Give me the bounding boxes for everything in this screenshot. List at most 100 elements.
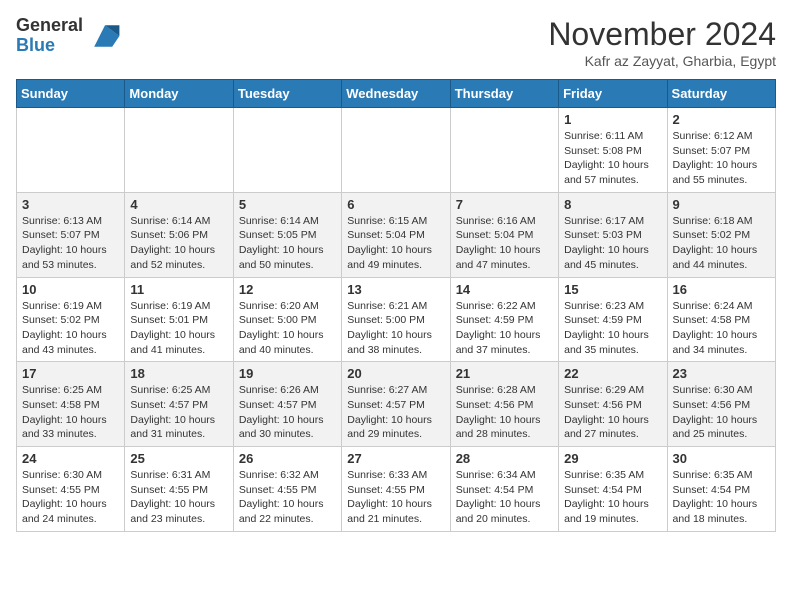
weekday-header: Friday xyxy=(559,80,667,108)
day-info: Sunrise: 6:35 AM Sunset: 4:54 PM Dayligh… xyxy=(673,468,770,527)
calendar-day: 23Sunrise: 6:30 AM Sunset: 4:56 PM Dayli… xyxy=(667,362,775,447)
day-info: Sunrise: 6:28 AM Sunset: 4:56 PM Dayligh… xyxy=(456,383,553,442)
day-number: 24 xyxy=(22,451,119,466)
calendar-day: 5 Sunrise: 6:14 AM Sunset: 5:05 PM Daylig… xyxy=(233,192,341,277)
weekday-header: Monday xyxy=(125,80,233,108)
day-info: Sunrise: 6:17 AM Sunset: 5:03 PM Dayligh… xyxy=(564,214,661,273)
calendar-day xyxy=(450,108,558,193)
weekday-header: Sunday xyxy=(17,80,125,108)
calendar-day: 11Sunrise: 6:19 AM Sunset: 5:01 PM Dayli… xyxy=(125,277,233,362)
calendar-day: 24 Sunrise: 6:30 AM Sunset: 4:55 PM Dayli… xyxy=(17,447,125,532)
day-info: Sunrise: 6:24 AM Sunset: 4:58 PM Dayligh… xyxy=(673,299,770,358)
day-number: 26 xyxy=(239,451,336,466)
calendar-week: 3 Sunrise: 6:13 AM Sunset: 5:07 PM Daylig… xyxy=(17,192,776,277)
day-info: Sunrise: 6:16 AM Sunset: 5:04 PM Dayligh… xyxy=(456,214,553,273)
day-number: 27 xyxy=(347,451,444,466)
calendar-day: 3 Sunrise: 6:13 AM Sunset: 5:07 PM Daylig… xyxy=(17,192,125,277)
day-info: Sunrise: 6:31 AM Sunset: 4:55 PM Dayligh… xyxy=(130,468,227,527)
title-area: November 2024 Kafr az Zayyat, Gharbia, E… xyxy=(548,16,776,69)
day-number: 3 xyxy=(22,197,119,212)
day-info: Sunrise: 6:19 AM Sunset: 5:02 PM Dayligh… xyxy=(22,299,119,358)
day-info: Sunrise: 6:14 AM Sunset: 5:06 PM Dayligh… xyxy=(130,214,227,273)
day-number: 19 xyxy=(239,366,336,381)
calendar-day: 25 Sunrise: 6:31 AM Sunset: 4:55 PM Dayli… xyxy=(125,447,233,532)
logo-blue: Blue xyxy=(16,36,83,56)
day-number: 4 xyxy=(130,197,227,212)
calendar-day: 15 Sunrise: 6:23 AM Sunset: 4:59 PM Dayli… xyxy=(559,277,667,362)
location: Kafr az Zayyat, Gharbia, Egypt xyxy=(548,53,776,69)
day-number: 22 xyxy=(564,366,661,381)
day-info: Sunrise: 6:13 AM Sunset: 5:07 PM Dayligh… xyxy=(22,214,119,273)
calendar-day: 20 Sunrise: 6:27 AM Sunset: 4:57 PM Dayli… xyxy=(342,362,450,447)
calendar-day: 13 Sunrise: 6:21 AM Sunset: 5:00 PM Dayli… xyxy=(342,277,450,362)
calendar-day: 7 Sunrise: 6:16 AM Sunset: 5:04 PM Daylig… xyxy=(450,192,558,277)
calendar-day: 1Sunrise: 6:11 AM Sunset: 5:08 PM Daylig… xyxy=(559,108,667,193)
day-info: Sunrise: 6:29 AM Sunset: 4:56 PM Dayligh… xyxy=(564,383,661,442)
day-info: Sunrise: 6:33 AM Sunset: 4:55 PM Dayligh… xyxy=(347,468,444,527)
calendar-day: 4 Sunrise: 6:14 AM Sunset: 5:06 PM Daylig… xyxy=(125,192,233,277)
day-info: Sunrise: 6:11 AM Sunset: 5:08 PM Dayligh… xyxy=(564,129,661,188)
day-number: 21 xyxy=(456,366,553,381)
day-number: 25 xyxy=(130,451,227,466)
calendar-day: 18 Sunrise: 6:25 AM Sunset: 4:57 PM Dayli… xyxy=(125,362,233,447)
calendar-day: 9 Sunrise: 6:18 AM Sunset: 5:02 PM Daylig… xyxy=(667,192,775,277)
calendar-day: 19Sunrise: 6:26 AM Sunset: 4:57 PM Dayli… xyxy=(233,362,341,447)
day-info: Sunrise: 6:35 AM Sunset: 4:54 PM Dayligh… xyxy=(564,468,661,527)
day-info: Sunrise: 6:30 AM Sunset: 4:55 PM Dayligh… xyxy=(22,468,119,527)
calendar-day: 22 Sunrise: 6:29 AM Sunset: 4:56 PM Dayli… xyxy=(559,362,667,447)
day-number: 28 xyxy=(456,451,553,466)
calendar-day: 12Sunrise: 6:20 AM Sunset: 5:00 PM Dayli… xyxy=(233,277,341,362)
calendar-day xyxy=(233,108,341,193)
day-number: 7 xyxy=(456,197,553,212)
calendar-week: 24 Sunrise: 6:30 AM Sunset: 4:55 PM Dayli… xyxy=(17,447,776,532)
day-number: 13 xyxy=(347,282,444,297)
calendar-day: 29 Sunrise: 6:35 AM Sunset: 4:54 PM Dayli… xyxy=(559,447,667,532)
calendar-week: 10 Sunrise: 6:19 AM Sunset: 5:02 PM Dayli… xyxy=(17,277,776,362)
day-info: Sunrise: 6:23 AM Sunset: 4:59 PM Dayligh… xyxy=(564,299,661,358)
day-number: 18 xyxy=(130,366,227,381)
day-info: Sunrise: 6:27 AM Sunset: 4:57 PM Dayligh… xyxy=(347,383,444,442)
calendar-header: SundayMondayTuesdayWednesdayThursdayFrid… xyxy=(17,80,776,108)
day-number: 29 xyxy=(564,451,661,466)
calendar-week: 17Sunrise: 6:25 AM Sunset: 4:58 PM Dayli… xyxy=(17,362,776,447)
weekday-header: Saturday xyxy=(667,80,775,108)
weekday-header: Wednesday xyxy=(342,80,450,108)
day-number: 15 xyxy=(564,282,661,297)
day-info: Sunrise: 6:22 AM Sunset: 4:59 PM Dayligh… xyxy=(456,299,553,358)
calendar-day: 30Sunrise: 6:35 AM Sunset: 4:54 PM Dayli… xyxy=(667,447,775,532)
day-number: 2 xyxy=(673,112,770,127)
calendar-day xyxy=(125,108,233,193)
calendar-week: 1Sunrise: 6:11 AM Sunset: 5:08 PM Daylig… xyxy=(17,108,776,193)
day-info: Sunrise: 6:30 AM Sunset: 4:56 PM Dayligh… xyxy=(673,383,770,442)
day-info: Sunrise: 6:14 AM Sunset: 5:05 PM Dayligh… xyxy=(239,214,336,273)
day-info: Sunrise: 6:25 AM Sunset: 4:57 PM Dayligh… xyxy=(130,383,227,442)
calendar-day: 8Sunrise: 6:17 AM Sunset: 5:03 PM Daylig… xyxy=(559,192,667,277)
day-info: Sunrise: 6:21 AM Sunset: 5:00 PM Dayligh… xyxy=(347,299,444,358)
calendar-day: 10 Sunrise: 6:19 AM Sunset: 5:02 PM Dayli… xyxy=(17,277,125,362)
calendar-day: 2Sunrise: 6:12 AM Sunset: 5:07 PM Daylig… xyxy=(667,108,775,193)
day-info: Sunrise: 6:34 AM Sunset: 4:54 PM Dayligh… xyxy=(456,468,553,527)
calendar-day: 27 Sunrise: 6:33 AM Sunset: 4:55 PM Dayli… xyxy=(342,447,450,532)
calendar: SundayMondayTuesdayWednesdayThursdayFrid… xyxy=(16,79,776,532)
day-number: 10 xyxy=(22,282,119,297)
calendar-day: 26 Sunrise: 6:32 AM Sunset: 4:55 PM Dayli… xyxy=(233,447,341,532)
day-info: Sunrise: 6:15 AM Sunset: 5:04 PM Dayligh… xyxy=(347,214,444,273)
calendar-day: 6 Sunrise: 6:15 AM Sunset: 5:04 PM Daylig… xyxy=(342,192,450,277)
day-info: Sunrise: 6:18 AM Sunset: 5:02 PM Dayligh… xyxy=(673,214,770,273)
day-number: 14 xyxy=(456,282,553,297)
logo: General Blue xyxy=(16,16,123,56)
day-number: 5 xyxy=(239,197,336,212)
day-number: 9 xyxy=(673,197,770,212)
day-number: 12 xyxy=(239,282,336,297)
day-number: 11 xyxy=(130,282,227,297)
calendar-day: 17Sunrise: 6:25 AM Sunset: 4:58 PM Dayli… xyxy=(17,362,125,447)
day-number: 6 xyxy=(347,197,444,212)
month-title: November 2024 xyxy=(548,16,776,53)
calendar-day xyxy=(17,108,125,193)
weekday-header: Tuesday xyxy=(233,80,341,108)
day-number: 20 xyxy=(347,366,444,381)
page-header: General Blue November 2024 Kafr az Zayya… xyxy=(16,16,776,69)
day-number: 17 xyxy=(22,366,119,381)
calendar-day: 14 Sunrise: 6:22 AM Sunset: 4:59 PM Dayli… xyxy=(450,277,558,362)
day-info: Sunrise: 6:32 AM Sunset: 4:55 PM Dayligh… xyxy=(239,468,336,527)
